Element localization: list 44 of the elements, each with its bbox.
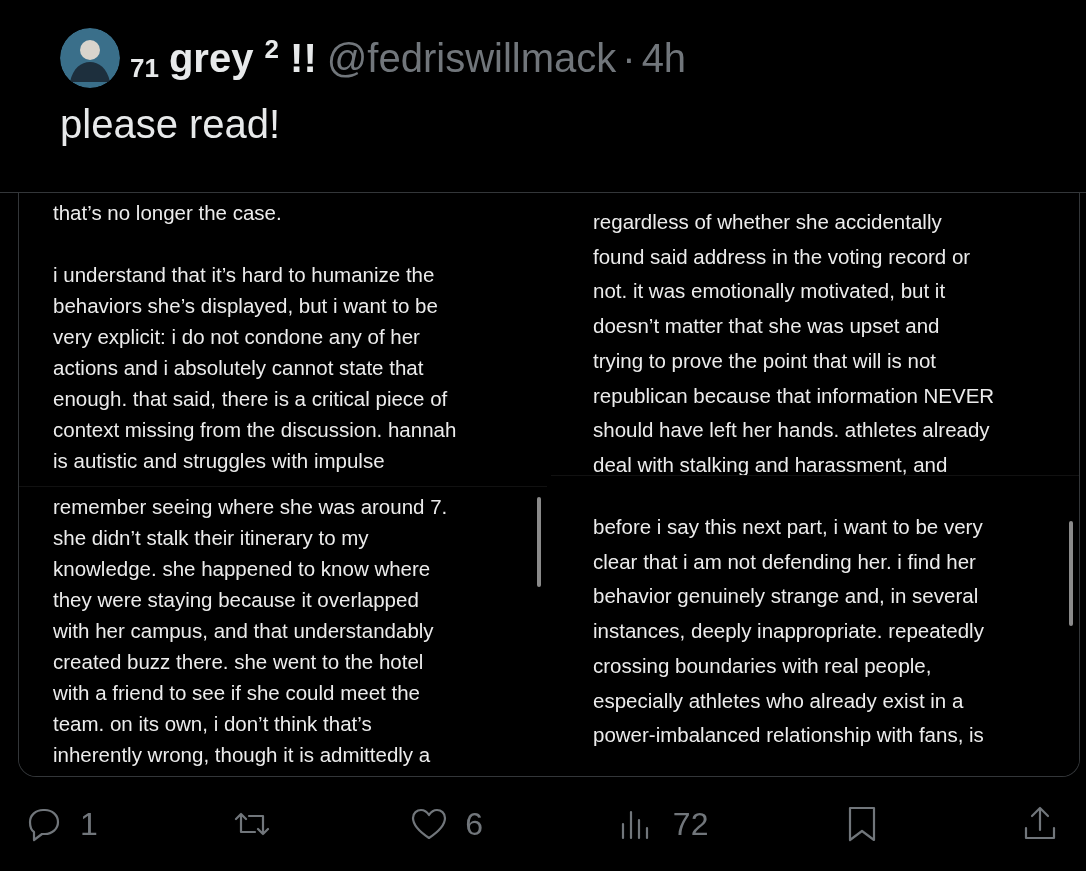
text-line: should have left her hands. athletes already — [593, 417, 991, 444]
text-line: inherently wrong, though it is admittedly a — [53, 742, 432, 768]
reply-button[interactable]: 1 — [20, 800, 98, 848]
text-line: especially athletes who already exist in a — [593, 687, 965, 714]
text-line: she didn’t stalk their itinerary to my — [53, 525, 370, 551]
text-line: not. it was emotionally motivated, but it — [593, 278, 947, 305]
screenshot-panel[interactable] — [19, 486, 547, 776]
post-time[interactable]: 4h — [641, 35, 687, 81]
text-line: knowledge. she happened to know where — [53, 556, 432, 582]
post-text: please read! — [60, 102, 282, 147]
display-name[interactable]: grey $^{2}$ !! — [168, 34, 317, 82]
views-button[interactable]: 72 — [612, 800, 709, 848]
avatar[interactable] — [60, 28, 120, 88]
text-line: i understand that it’s hard to humanize the — [53, 262, 436, 288]
text-line: trying to prove the point that will is not — [593, 347, 937, 374]
text-line: crossing boundaries with real people, — [593, 652, 933, 679]
text-line: with a friend to see if she could meet the — [53, 680, 421, 706]
text-line: behaviors she’s displayed, but i want to be — [53, 293, 439, 319]
user-handle[interactable]: @fedriswillmack — [326, 35, 617, 81]
text-line: republican because that information NEVER — [593, 382, 996, 409]
text-line: behavior genuinely strange and, in several — [593, 583, 980, 610]
display-name-prefix: 71 — [130, 53, 159, 84]
text-line: clear that i am not defending her. i find her — [593, 548, 977, 575]
text-line: created buzz there. she went to the hotel — [53, 649, 425, 675]
separator: · — [622, 35, 636, 81]
text-line: enough. that said, there is a critical piece of — [53, 386, 449, 412]
text-line: regardless of whether she accidentally — [593, 209, 943, 235]
text-line: context missing from the discussion. hannah — [53, 417, 458, 443]
like-button[interactable]: 6 — [405, 800, 484, 848]
screenshot-panel[interactable] — [551, 475, 1079, 776]
text-line: deal with stalking and harassment, and — [593, 451, 949, 478]
text-line: power-imbalanced relationship with fans, is — [593, 722, 985, 749]
text-line: found said address in the voting record or — [593, 243, 972, 270]
text-line: doesn’t matter that she was upset and — [593, 313, 941, 340]
text-line: is autistic and struggles with impulse — [53, 448, 386, 474]
text-line: before i say this next part, i want to be very — [593, 514, 984, 540]
text-line: very explicit: i do not condone any of her — [53, 324, 421, 350]
text-line: actions and i absolutely cannot state that — [53, 355, 425, 381]
text-line: with her campus, and that understandably — [53, 618, 435, 644]
text-line: that’s no longer the case. — [53, 200, 283, 226]
text-line: they were staying because it overlapped — [53, 587, 420, 613]
text-line: remember seeing where she was around 7. — [53, 494, 449, 520]
text-line: team. on its own, i don’t think that’s — [53, 711, 373, 737]
text-line: instances, deeply inappropriate. repeatedly — [593, 618, 985, 645]
